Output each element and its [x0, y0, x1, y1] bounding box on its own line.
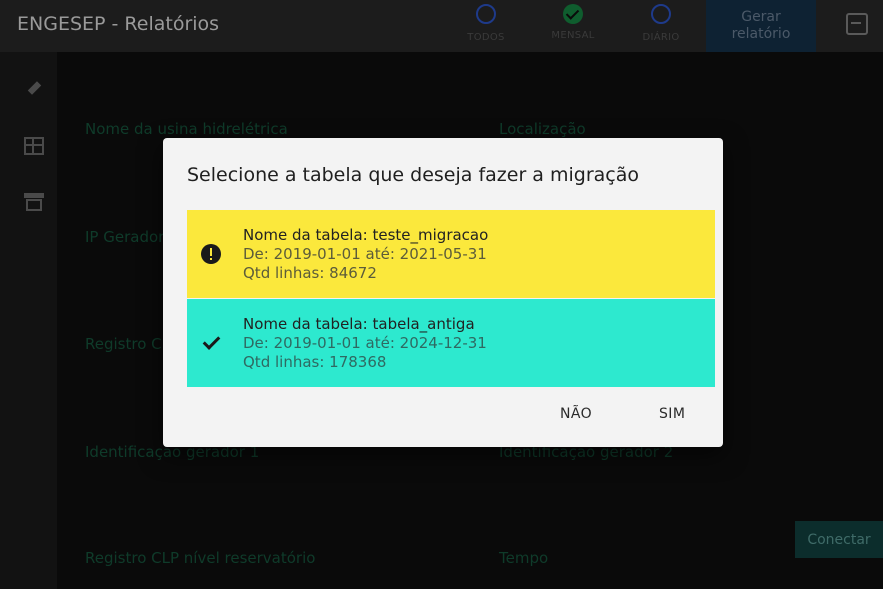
plug-icon[interactable] [24, 80, 44, 98]
field-label-plant-name: Nome da usina hidrelétrica [85, 120, 288, 138]
table-option-text: Nome da tabela: tabela_antiga De: 2019-0… [243, 315, 487, 372]
option-diario[interactable]: DIÁRIO [631, 4, 691, 43]
option-label: TODOS [467, 32, 505, 43]
table-row-count: Qtd linhas: 178368 [243, 353, 387, 371]
option-todos[interactable]: TODOS [456, 4, 516, 43]
option-mensal[interactable]: MENSAL [543, 4, 603, 41]
table-option-text: Nome da tabela: teste_migracao De: 2019-… [243, 226, 488, 283]
no-button[interactable]: NÃO [560, 406, 592, 422]
yes-button[interactable]: SIM [659, 406, 685, 422]
radio-unchecked-icon[interactable] [651, 4, 671, 24]
table-date-range: De: 2019-01-01 até: 2024-12-31 [243, 334, 487, 352]
option-label: DIÁRIO [642, 32, 680, 43]
radio-checked-icon[interactable] [563, 4, 583, 24]
app-title: ENGESEP - Relatórios [17, 13, 220, 35]
generate-report-label: Gerar relatório [731, 9, 791, 42]
field-label-time: Tempo [499, 549, 549, 567]
field-label-location: Localização [499, 120, 586, 138]
table-date-range: De: 2019-01-01 até: 2021-05-31 [243, 245, 487, 263]
table-icon[interactable] [24, 137, 44, 155]
generate-report-button[interactable]: Gerar relatório [706, 0, 816, 52]
exit-icon[interactable] [846, 13, 868, 35]
dialog-title: Selecione a tabela que deseja fazer a mi… [187, 164, 640, 186]
table-row-count: Qtd linhas: 84672 [243, 264, 377, 282]
field-label-register: Registro C [85, 335, 162, 353]
table-name: Nome da tabela: teste_migracao [243, 226, 489, 244]
migration-dialog: Selecione a tabela que deseja fazer a mi… [163, 138, 723, 447]
option-label: MENSAL [551, 30, 595, 41]
alert-icon [201, 244, 221, 264]
radio-unchecked-icon[interactable] [476, 4, 496, 24]
field-label-ip: IP Gerador [85, 228, 165, 246]
table-name: Nome da tabela: tabela_antiga [243, 315, 475, 333]
archive-icon[interactable] [24, 193, 44, 211]
app-header: ENGESEP - Relatórios TODOS MENSAL DIÁRIO… [0, 0, 883, 52]
table-option-item[interactable]: Nome da tabela: tabela_antiga De: 2019-0… [187, 299, 715, 387]
check-icon [201, 333, 221, 353]
sidebar [0, 52, 57, 589]
table-option-item[interactable]: Nome da tabela: teste_migracao De: 2019-… [187, 210, 715, 298]
connect-button[interactable]: Conectar [795, 521, 883, 558]
field-label-reservoir: Registro CLP nível reservatório [85, 549, 316, 567]
